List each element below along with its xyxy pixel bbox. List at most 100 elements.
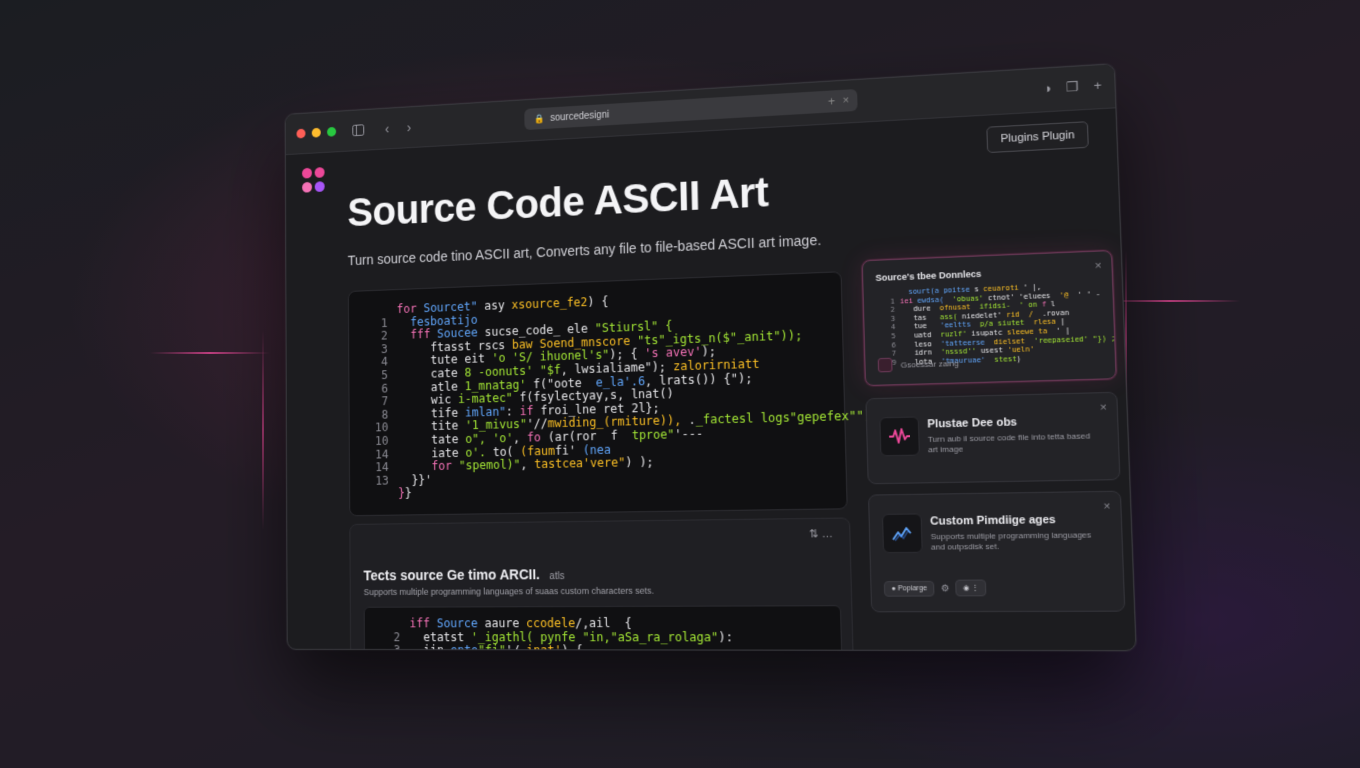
- feature-panel-2: × Custom Pimdiige ages Supports multiple…: [867, 490, 1126, 613]
- code-token: inat': [526, 643, 562, 652]
- line-number: [374, 617, 400, 630]
- back-icon[interactable]: ‹: [380, 121, 395, 137]
- panel-footer-text: Gsoessar zaing: [900, 358, 959, 370]
- code-token: |: [1055, 317, 1066, 327]
- code-token: tproe": [631, 427, 675, 443]
- gear-icon[interactable]: ⚙: [941, 582, 950, 594]
- minimize-window-dot[interactable]: [311, 127, 321, 138]
- code-token: ):: [718, 629, 733, 645]
- card-title-suffix: atls: [549, 571, 565, 583]
- code-token: fo: [526, 430, 548, 445]
- code-token: aaure: [484, 616, 527, 631]
- code-block: iff Source aaure ccodele/,ail {2 etatst …: [374, 615, 831, 652]
- chart-trend-icon: [881, 513, 923, 554]
- feature-title: Custom Pimdiige ages: [930, 513, 1056, 528]
- card-code-block: iff Source aaure ccodele/,ail {2 etatst …: [363, 605, 843, 652]
- tabs-overview-icon[interactable]: ❐: [1066, 79, 1079, 96]
- code-token: ento: [450, 643, 479, 652]
- window-controls: [296, 126, 337, 139]
- feature-panel-1: × Plustae Dee obs Turn aub il source cod…: [865, 391, 1121, 485]
- code-token: Source: [436, 616, 485, 631]
- new-tab-icon[interactable]: +: [1093, 77, 1102, 94]
- code-token: _factesl logs"gepefex"");: [695, 408, 879, 428]
- code-token: '---: [674, 426, 704, 442]
- card-actions[interactable]: ⇅ …: [809, 527, 833, 541]
- line-number: 3: [393, 643, 401, 652]
- page-title: Source Code ASCII Art: [347, 168, 769, 235]
- code-token: '@: [1050, 290, 1069, 300]
- plugins-button[interactable]: Plugins Plugin: [986, 121, 1089, 154]
- lock-icon: 🔒: [533, 113, 545, 124]
- code-token: ): [1016, 354, 1022, 363]
- code-token: "spemol)": [458, 457, 521, 473]
- code-token: ,: [520, 457, 535, 472]
- card-title-text: Tects source Ge timo ARCII.: [363, 566, 540, 584]
- address-bar[interactable]: 🔒 sourcedesigni + ×: [524, 88, 858, 131]
- close-window-dot[interactable]: [296, 128, 306, 139]
- waveform-icon: [879, 416, 920, 457]
- code-token: xsource_fe2: [511, 295, 588, 312]
- feature-description: Supports multiple programming languages …: [930, 530, 1092, 552]
- code-token: '/: [505, 643, 527, 652]
- code-token: iff: [409, 616, 437, 631]
- line-number: 2: [393, 629, 401, 644]
- plus-icon[interactable]: +: [828, 94, 835, 108]
- code-token: ' ' -: [1068, 289, 1101, 299]
- code-token: tastcea'vere": [534, 455, 626, 472]
- card-title: Tects source Ge timo ARCII. atls: [363, 566, 564, 583]
- code-token: ccodele: [526, 616, 576, 631]
- app-logo: [302, 167, 326, 193]
- close-icon[interactable]: ×: [1095, 260, 1102, 273]
- chip-label: Popiarge: [897, 584, 928, 592]
- code-token: ,: [513, 430, 528, 445]
- browser-window: ‹ › 🔒 sourcedesigni + × ◑ ❐ + Plugins Pl…: [284, 63, 1137, 652]
- sidebar-toggle-icon[interactable]: [351, 122, 366, 138]
- code-preview-main: for Sourcet" asy xsource_fe2) {1 fesboat…: [347, 271, 879, 517]
- code-token: ) );: [625, 454, 654, 470]
- close-icon[interactable]: ×: [1100, 401, 1107, 414]
- code-token: }}': [398, 472, 432, 487]
- language-chip[interactable]: ● Popiarge: [883, 580, 935, 597]
- settings-chip[interactable]: ◉ ⋮: [955, 579, 987, 597]
- code-token: /,ail {: [575, 615, 632, 631]
- chip-row: ● Popiarge ⚙ ◉ ⋮: [883, 579, 987, 597]
- zoom-window-dot[interactable]: [327, 126, 337, 137]
- code-token: "in,"aSa_ra_rolaga": [582, 629, 719, 644]
- forward-icon[interactable]: ›: [402, 119, 417, 135]
- line-number: [363, 488, 389, 502]
- code-token: asy: [477, 298, 512, 313]
- code-token: }: [404, 486, 412, 501]
- code-line: 3 iin ento "fi" '/ inat') {: [374, 643, 831, 652]
- page-subtitle: Turn source code tino ASCII art, Convert…: [347, 231, 822, 269]
- code-token: l: [1050, 300, 1056, 309]
- close-icon[interactable]: ×: [1103, 500, 1110, 513]
- shield-icon[interactable]: ◑: [1043, 80, 1052, 97]
- feature-card-ascii: ⇅ … Tects source Ge timo ARCII. atls Sup…: [349, 517, 854, 652]
- panel-title: Source's tbee Donnlecs: [875, 268, 982, 284]
- feature-title: Plustae Dee obs: [927, 416, 1018, 431]
- code-token: stest: [994, 354, 1017, 364]
- code-token: "fi": [477, 643, 506, 652]
- mini-code-block: sourt(a poitse s ceuaroti ' |, 1 iei ewdsa…: [876, 281, 1116, 368]
- url-text: sourcedesigni: [550, 109, 610, 124]
- code-token: ) {: [587, 294, 609, 309]
- close-icon[interactable]: ×: [843, 94, 850, 106]
- panel-footer: Gsoessar zaing: [877, 356, 959, 373]
- app-icon: [877, 357, 893, 373]
- code-line: iff Source aaure ccodele/,ail {: [374, 615, 830, 631]
- card-subtitle: Supports multiple programming languages …: [363, 585, 654, 598]
- line-number: 10: [375, 433, 389, 448]
- preview-panel: × Source's tbee Donnlecs sourt(a poitse …: [861, 249, 1117, 387]
- toolbar-right: ◑ ❐ +: [1043, 77, 1102, 97]
- code-token: iin: [409, 643, 451, 652]
- stage: ‹ › 🔒 sourcedesigni + × ◑ ❐ + Plugins Pl…: [0, 0, 1360, 768]
- code-token: 'reepaseied' "}) ;: [1024, 333, 1116, 345]
- feature-description: Turn aub il source code file into tetta …: [927, 431, 1091, 455]
- line-number: 13: [375, 473, 389, 488]
- code-block: for Sourcet" asy xsource_fe2) {1 fesboat…: [362, 287, 879, 502]
